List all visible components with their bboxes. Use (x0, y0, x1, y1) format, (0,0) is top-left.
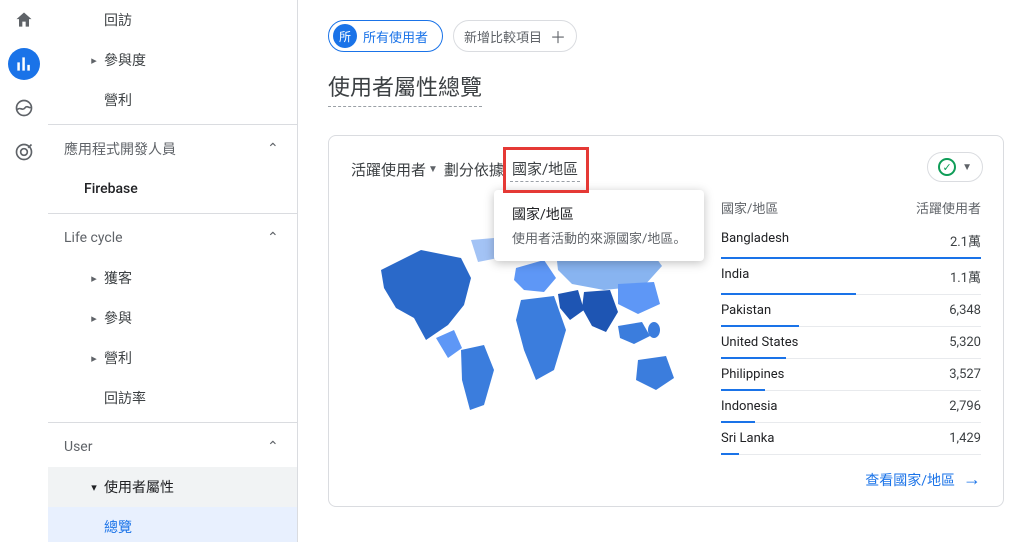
cell-country: Indonesia (721, 399, 777, 414)
caret-icon: ▸ (84, 352, 104, 365)
section-label: User (64, 439, 267, 455)
section-label: 應用程式開發人員 (64, 139, 267, 159)
chevron-up-icon: ⌃ (267, 439, 297, 455)
cell-country: Bangladesh (721, 231, 789, 250)
page-title: 使用者屬性總覽 (328, 70, 482, 107)
chevron-up-icon: ⌃ (267, 230, 297, 246)
cell-value: 2,796 (949, 399, 981, 414)
cell-value: 1.1萬 (950, 267, 981, 286)
nav-rail (0, 0, 48, 542)
table-row[interactable]: Bangladesh 2.1萬 (721, 223, 981, 259)
tooltip-description: 使用者活動的來源國家/地區。 (512, 228, 686, 247)
cell-value: 5,320 (949, 335, 981, 350)
divider (48, 422, 297, 423)
plus-icon: ＋ (550, 24, 566, 48)
cell-value: 6,348 (949, 303, 981, 318)
divider (48, 213, 297, 214)
metric-label: 活躍使用者 (351, 159, 426, 180)
caret-icon: ▸ (84, 54, 104, 67)
table-row[interactable]: India 1.1萬 (721, 259, 981, 295)
card-header: 活躍使用者 ▼ 劃分依據 國家/地區 (351, 156, 981, 182)
table-row[interactable]: Indonesia 2,796 (721, 391, 981, 423)
sidebar-section-user[interactable]: User ⌃ (48, 427, 297, 467)
view-countries-link[interactable]: 查看國家/地區 → (865, 469, 981, 490)
advertising-icon[interactable] (8, 136, 40, 168)
sidebar-item-label: 回訪率 (104, 388, 297, 408)
sidebar-item-label: 營利 (104, 348, 297, 368)
sidebar: 回訪 ▸ 參與度 營利 應用程式開發人員 ⌃ Firebase Life cyc… (48, 0, 298, 542)
comparison-chips: 所 所有使用者 新增比較項目 ＋ (328, 20, 1004, 52)
chip-badge: 所 (333, 24, 357, 48)
cell-country: Philippines (721, 367, 784, 382)
sidebar-item-label: 使用者屬性 (104, 477, 297, 497)
tooltip-title: 國家/地區 (512, 204, 686, 224)
cell-country: Sri Lanka (721, 431, 774, 446)
sidebar-item-engage[interactable]: ▸ 參與 (48, 298, 297, 338)
check-circle-icon: ✓ (938, 158, 956, 176)
split-by-label: 劃分依據 (444, 159, 504, 180)
card-status-button[interactable]: ✓ ▼ (927, 152, 983, 182)
home-icon[interactable] (8, 4, 40, 36)
main-content: 所 所有使用者 新增比較項目 ＋ 使用者屬性總覽 活躍使用者 ▼ 劃分依據 國家… (298, 0, 1024, 542)
country-table: 國家/地區 活躍使用者 Bangladesh 2.1萬 India 1.1萬 Pakis… (721, 194, 981, 455)
sidebar-item-label: 參與 (104, 308, 297, 328)
country-card: 活躍使用者 ▼ 劃分依據 國家/地區 ✓ ▼ (328, 135, 1004, 507)
sidebar-item-firebase[interactable]: Firebase (48, 169, 297, 209)
sidebar-item-retention[interactable]: 回訪率 (48, 378, 297, 418)
table-row[interactable]: United States 5,320 (721, 327, 981, 359)
col-country: 國家/地區 (721, 198, 778, 217)
reports-icon[interactable] (8, 48, 40, 80)
chip-label: 所有使用者 (363, 27, 428, 46)
spark-bar (721, 453, 739, 455)
arrow-right-icon: → (963, 469, 981, 490)
table-row[interactable]: Pakistan 6,348 (721, 295, 981, 327)
sidebar-section-developer[interactable]: 應用程式開發人員 ⌃ (48, 129, 297, 169)
chevron-down-icon: ▼ (428, 164, 438, 175)
table-row[interactable]: Philippines 3,527 (721, 359, 981, 391)
cell-value: 3,527 (949, 367, 981, 382)
cell-country: United States (721, 335, 798, 350)
chevron-up-icon: ⌃ (267, 141, 297, 157)
dimension-selector[interactable]: 國家/地區 (510, 156, 580, 182)
caret-icon: ▸ (84, 272, 104, 285)
sidebar-item-label: 營利 (104, 90, 297, 110)
sidebar-item-label: Firebase (84, 181, 297, 197)
cell-value: 2.1萬 (950, 231, 981, 250)
cell-country: Pakistan (721, 303, 771, 318)
sidebar-section-lifecycle[interactable]: Life cycle ⌃ (48, 218, 297, 258)
caret-down-icon: ▾ (84, 481, 104, 494)
col-value: 活躍使用者 (916, 198, 981, 217)
sidebar-item-label: 總覽 (104, 517, 297, 537)
sidebar-item-label: 參與度 (104, 50, 297, 70)
chip-label: 新增比較項目 (464, 27, 542, 46)
chevron-down-icon: ▼ (962, 162, 972, 173)
table-row[interactable]: Sri Lanka 1,429 (721, 423, 981, 455)
section-label: Life cycle (64, 230, 267, 246)
sidebar-item-label: 回訪 (104, 10, 297, 30)
sidebar-item-monetization[interactable]: 營利 (48, 80, 297, 120)
dimension-tooltip: 國家/地區 使用者活動的來源國家/地區。 (494, 190, 704, 261)
metric-selector[interactable]: 活躍使用者 ▼ (351, 159, 438, 180)
table-header: 國家/地區 活躍使用者 (721, 194, 981, 223)
sidebar-item-monetize[interactable]: ▸ 營利 (48, 338, 297, 378)
sidebar-item-return[interactable]: 回訪 (48, 0, 297, 40)
sidebar-item-user-attributes[interactable]: ▾ 使用者屬性 (48, 467, 297, 507)
link-label: 查看國家/地區 (865, 470, 955, 490)
caret-icon: ▸ (84, 312, 104, 325)
chip-add-comparison[interactable]: 新增比較項目 ＋ (453, 20, 577, 52)
cell-value: 1,429 (949, 431, 981, 446)
divider (48, 124, 297, 125)
sidebar-item-label: 獲客 (104, 268, 297, 288)
sidebar-item-overview[interactable]: 總覽 (48, 507, 297, 542)
sidebar-item-acquisition[interactable]: ▸ 獲客 (48, 258, 297, 298)
cell-country: India (721, 267, 749, 286)
card-footer: 查看國家/地區 → (351, 469, 981, 490)
sidebar-item-engagement[interactable]: ▸ 參與度 (48, 40, 297, 80)
explore-icon[interactable] (8, 92, 40, 124)
chip-all-users[interactable]: 所 所有使用者 (328, 20, 443, 52)
